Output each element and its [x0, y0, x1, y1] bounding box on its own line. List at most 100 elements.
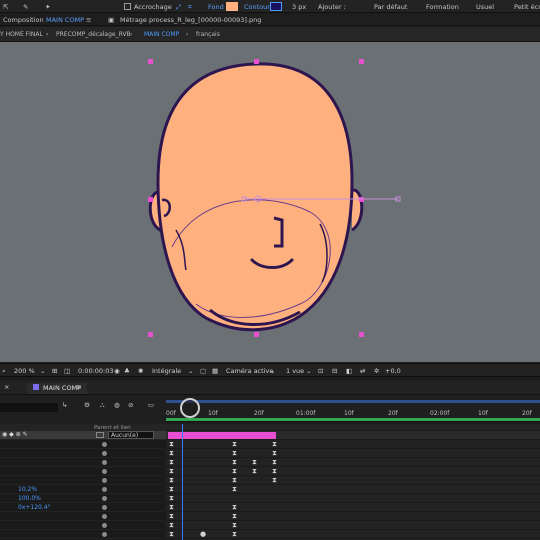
transfer-icon[interactable]: ⇄ — [360, 367, 365, 375]
keyframe-icon[interactable]: ⧗ — [272, 468, 277, 475]
composition-viewer[interactable] — [0, 42, 540, 362]
stroke-label[interactable]: Contour — [244, 3, 270, 11]
channel-icon[interactable]: ♣ — [124, 367, 130, 375]
face-artwork[interactable] — [0, 42, 540, 362]
keyframe-icon[interactable]: ⧗ — [169, 459, 174, 466]
property-row[interactable] — [0, 440, 166, 449]
chevron-down-icon[interactable]: ⌄ — [306, 367, 311, 375]
keyframe-icon[interactable]: ⧗ — [232, 459, 237, 466]
keyframe-track[interactable]: ⧗ ⧗ ⧗ ⧗ — [166, 467, 540, 476]
keyframe-icon[interactable]: ⧗ — [272, 450, 277, 457]
workspace-default[interactable]: Par défaut — [374, 3, 407, 11]
arrow-tool-icon[interactable]: ⇱ — [3, 3, 8, 11]
grid-icon[interactable]: ⊞ — [52, 367, 57, 375]
keyframe-track[interactable]: ⧗ ● ⧗ — [166, 530, 540, 539]
keyframe-icon[interactable]: ⧗ — [169, 504, 174, 511]
keyframe-icon[interactable]: ⧗ — [169, 441, 174, 448]
chevron-down-icon[interactable]: ⌄ — [188, 367, 193, 375]
resolution-select[interactable]: Intégrale — [152, 367, 181, 375]
shy-icon[interactable]: ⚙ — [84, 401, 90, 409]
layer-track[interactable] — [166, 431, 540, 440]
keyframe-track[interactable]: ⧗ ⧗ — [166, 503, 540, 512]
frame-blending-icon[interactable]: ⛬ — [100, 401, 105, 410]
keyframe-icon[interactable]: ⧗ — [169, 477, 174, 484]
comp-flowchart-icon[interactable]: ↳ — [62, 401, 67, 409]
keyframe-icon[interactable]: ● — [200, 531, 206, 538]
exposure-icon[interactable]: ✲ — [374, 367, 379, 375]
chevron-down-icon[interactable]: ⌄ — [40, 367, 45, 375]
keyframe-icon[interactable]: ⧗ — [232, 450, 237, 457]
motion-blur-icon[interactable]: ◍ — [114, 401, 120, 409]
magnifier-icon[interactable]: ⌕ — [2, 367, 6, 376]
property-row[interactable]: 100,0% — [0, 494, 166, 503]
keyframe-icon[interactable]: ⧗ — [232, 504, 237, 511]
keyframe-icon[interactable]: ⧗ — [169, 531, 174, 538]
keyframe-icon[interactable]: ⧗ — [232, 486, 237, 493]
property-row[interactable] — [0, 449, 166, 458]
keyframe-track[interactable]: ⧗ — [166, 494, 540, 503]
property-row[interactable]: 10,2% — [0, 485, 166, 494]
fill-label[interactable]: Fond — [208, 3, 224, 11]
panel-menu-icon[interactable]: ≡ — [76, 383, 81, 391]
mask-icon[interactable]: ◫ — [64, 367, 70, 375]
chevron-down-icon[interactable]: ⌄ — [270, 367, 275, 375]
add-menu[interactable]: Ajouter : — [318, 3, 346, 11]
keyframe-icon[interactable]: ⧗ — [232, 531, 237, 538]
property-value[interactable]: 10,2% — [18, 486, 37, 493]
exposure-value[interactable]: +0,0 — [385, 367, 401, 375]
parent-select[interactable]: Aucun(e) — [108, 431, 154, 439]
keyframe-icon[interactable]: ⧗ — [169, 468, 174, 475]
fast-preview-icon[interactable]: ◧ — [346, 367, 352, 375]
stroke-width[interactable]: 3 px — [292, 3, 306, 11]
keyframe-icon[interactable]: ⧗ — [169, 495, 174, 502]
footage-tab[interactable]: Métrage process_R_leg_[00000-00093].png — [120, 16, 261, 24]
snap-icon[interactable]: ⤢ — [176, 3, 181, 12]
layer-row[interactable]: ◉ ◆ ⊛ ✎ Aucun(e) — [0, 431, 166, 440]
property-row[interactable] — [0, 512, 166, 521]
keyframe-icon[interactable]: ⧗ — [232, 513, 237, 520]
keyframe-icon[interactable]: ⧗ — [232, 441, 237, 448]
workspace-training[interactable]: Formation — [426, 3, 459, 11]
property-row[interactable] — [0, 521, 166, 530]
keyframe-icon[interactable]: ⧗ — [272, 459, 277, 466]
breadcrumb-item[interactable]: français — [196, 31, 220, 38]
layout-alt-icon[interactable]: ⊟ — [332, 367, 337, 375]
work-area-bar[interactable] — [166, 400, 540, 403]
camera-snapshot-icon[interactable]: ◉ — [114, 367, 120, 375]
keyframe-track[interactable]: ⧗ ⧗ ⧗ — [166, 449, 540, 458]
workspace-usual[interactable]: Usuel — [476, 3, 494, 11]
layout-icon[interactable]: ⊡ — [318, 367, 323, 375]
camera-select[interactable]: Caméra active — [226, 367, 273, 375]
keyframe-icon[interactable]: ⧗ — [232, 468, 237, 475]
keyframe-track[interactable]: ⧗ ⧗ — [166, 512, 540, 521]
pickwhip-icon[interactable] — [96, 432, 104, 438]
keyframe-track[interactable]: ⧗ ⧗ ⧗ ⧗ — [166, 458, 540, 467]
graph-editor-icon[interactable]: ⊘ — [128, 401, 133, 409]
keyframe-icon[interactable]: ⧗ — [252, 468, 257, 475]
visibility-icon[interactable]: ◉ ◆ ⊛ ✎ — [2, 431, 28, 438]
playhead-line[interactable] — [182, 424, 183, 540]
keyframe-icon[interactable]: ⧗ — [232, 522, 237, 529]
property-row[interactable] — [0, 458, 166, 467]
keyframe-track[interactable]: ⧗ ⧗ ⧗ — [166, 440, 540, 449]
region-icon[interactable]: ▢ — [200, 367, 206, 375]
property-row[interactable] — [0, 476, 166, 485]
property-value[interactable]: 0x+120,4° — [18, 504, 51, 511]
property-row[interactable] — [0, 530, 166, 539]
workspace-small-screen[interactable]: Petit écra — [514, 3, 540, 11]
snap-options-icon[interactable]: ⌗ — [188, 3, 192, 12]
property-value[interactable]: 100,0% — [18, 495, 41, 502]
keyframe-track[interactable]: ⧗ ⧗ — [166, 485, 540, 494]
breadcrumb-item[interactable]: PRECOMP_décalage_RVB — [56, 31, 131, 38]
keyframe-icon[interactable]: ⧗ — [169, 450, 174, 457]
panel-menu-icon[interactable]: ≡ — [86, 16, 91, 24]
snapping-checkbox[interactable] — [124, 3, 131, 10]
keyframe-icon[interactable]: ⧗ — [272, 477, 277, 484]
close-icon[interactable]: × — [4, 383, 9, 391]
timeline-search-input[interactable] — [0, 403, 58, 412]
comp-name-tab[interactable]: MAIN COMP — [46, 16, 84, 24]
keyframe-icon[interactable]: ⧗ — [252, 459, 257, 466]
property-row[interactable] — [0, 467, 166, 476]
render-icon[interactable]: ▭ — [148, 401, 154, 409]
pen-tool-icon[interactable]: ✎ — [23, 3, 28, 11]
